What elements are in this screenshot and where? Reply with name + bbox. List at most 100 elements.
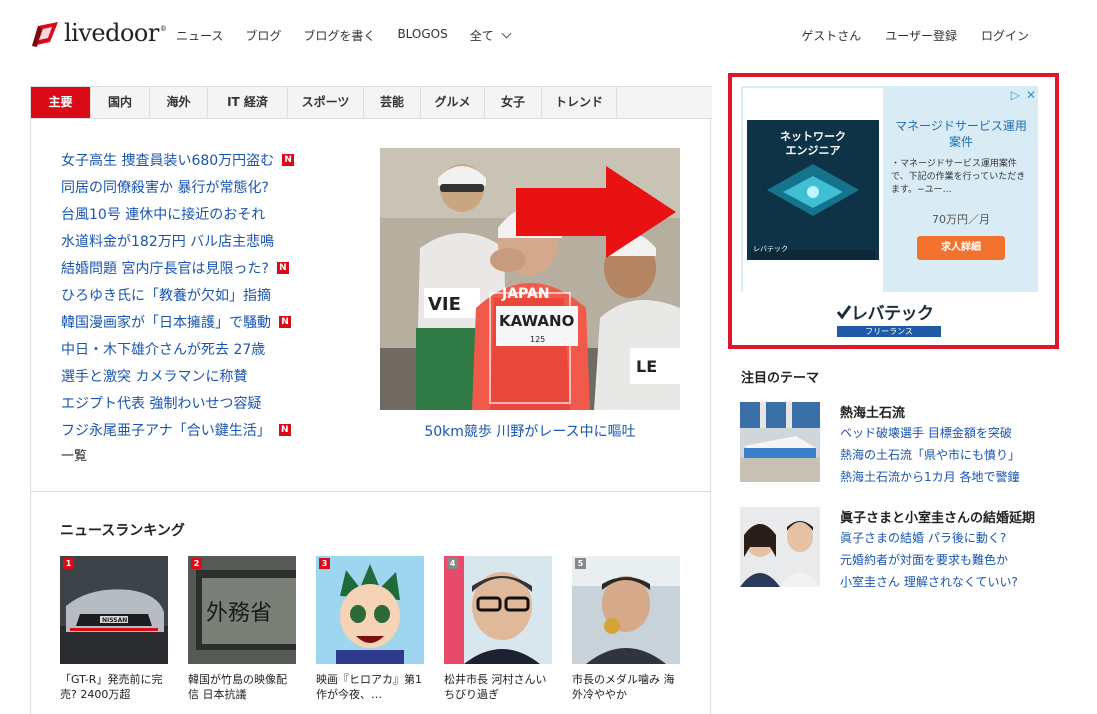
headline-link[interactable]: ひろゆき氏に「教養が欠如」指摘 <box>61 285 271 305</box>
ad-card-brand: レバテック <box>753 245 788 253</box>
theme-link[interactable]: 熱海土石流から1カ月 各地で警鐘 <box>840 466 1020 488</box>
ad-card[interactable]: ネットワーク エンジニア レバテック <box>747 120 879 260</box>
bib-right-text: LE <box>636 357 657 376</box>
chevron-down-icon <box>501 28 512 39</box>
headline-link[interactable]: 結婚問題 宮内庁長官は見限った? <box>61 258 269 278</box>
check-icon <box>837 304 851 319</box>
adchoices-icon[interactable]: ▷ <box>1011 88 1020 102</box>
headline-link[interactable]: 中日・木下雄介さんが死去 27歳 <box>61 339 265 359</box>
headline-item[interactable]: エジプト代表 強制わいせつ容疑 <box>61 389 361 416</box>
ranking-item[interactable]: 4 松井市長 河村さんいちびり過ぎ <box>444 556 552 702</box>
register-link[interactable]: ユーザー登録 <box>885 27 957 44</box>
tab-sports[interactable]: スポーツ <box>288 87 364 118</box>
headline-item[interactable]: 韓国漫画家が「日本擁護」で騒動 N <box>61 308 361 335</box>
headline-link[interactable]: 選手と激突 カメラマンに称賛 <box>61 366 247 386</box>
ranking-item[interactable]: 2 外務省 韓国が竹島の映像配信 日本抗議 <box>188 556 296 702</box>
headline-item[interactable]: 結婚問題 宮内庁長官は見限った? N <box>61 254 361 281</box>
ranking-text[interactable]: 韓国が竹島の映像配信 日本抗議 <box>188 672 296 702</box>
ranking-text[interactable]: 松井市長 河村さんいちびり過ぎ <box>444 672 552 702</box>
rank-number: 3 <box>319 558 330 569</box>
theme-link[interactable]: ベッド破壊選手 目標金額を突破 <box>840 422 1020 444</box>
site-header: livedoor® ニュース ブログ ブログを書く BLOGOS 全て ゲストさ… <box>0 0 1097 70</box>
headline-item[interactable]: ひろゆき氏に「教養が欠如」指摘 <box>61 281 361 308</box>
theme-heading[interactable]: 眞子さまと小室圭さんの結婚延期 <box>840 507 1035 527</box>
logo-mark-icon <box>30 20 60 48</box>
ad-brand-name: レバテック <box>837 299 941 324</box>
ad-title[interactable]: マネージドサービス運用案件 <box>891 118 1031 150</box>
headline-link[interactable]: 同居の同僚殺害か 暴行が常態化? <box>61 177 269 197</box>
ranking-item[interactable]: 1 NISSAN 「GT-R」発売前に完売? 2400万超 <box>60 556 168 702</box>
tab-main[interactable]: 主要 <box>31 87 91 118</box>
rank-number: 5 <box>575 558 586 569</box>
theme-link[interactable]: 元婚約者が対面を要求も難色か <box>840 549 1035 571</box>
main-nav: ニュース ブログ ブログを書く BLOGOS 全て <box>176 27 532 44</box>
headline-link[interactable]: 台風10号 連休中に接近のおそれ <box>61 204 265 224</box>
feature-story[interactable]: VIE JAPAN KAWANO 125 LE 50km競歩 川野がレース中に嘔… <box>380 148 680 441</box>
theme-link[interactable]: 眞子さまの結婚 パラ後に動く? <box>840 527 1035 549</box>
nav-blog[interactable]: ブログ <box>245 27 281 44</box>
theme-thumbnail[interactable] <box>740 507 820 587</box>
ranking-thumbnail[interactable]: 1 NISSAN <box>60 556 168 664</box>
ad-banner[interactable]: ネットワーク エンジニア レバテック マネージドサービス運用案件 ・マネージドサ… <box>741 86 1038 337</box>
guest-label[interactable]: ゲストさん <box>801 27 861 44</box>
headline-link[interactable]: エジプト代表 強制わいせつ容疑 <box>61 393 261 413</box>
theme-link[interactable]: 熱海の土石流「県や市にも憤り」 <box>840 444 1020 466</box>
tab-women[interactable]: 女子 <box>485 87 542 118</box>
tab-trend[interactable]: トレンド <box>542 87 617 118</box>
livedoor-logo[interactable]: livedoor® <box>30 19 167 48</box>
ad-text-panel[interactable]: マネージドサービス運用案件 ・マネージドサービス運用案件で、下記の作業を行ってい… <box>891 118 1031 260</box>
ad-image-panel: ネットワーク エンジニア レバテック <box>743 88 883 292</box>
nav-news[interactable]: ニュース <box>176 27 223 44</box>
ranking-thumbnail[interactable]: 3 <box>316 556 424 664</box>
more-news-link[interactable]: 一覧 <box>61 445 87 464</box>
login-link[interactable]: ログイン <box>981 27 1029 44</box>
theme-body: 眞子さまと小室圭さんの結婚延期 眞子さまの結婚 パラ後に動く? 元婚約者が対面を… <box>840 507 1035 593</box>
bib-number-text: 125 <box>530 335 545 344</box>
theme-link[interactable]: 小室圭さん 理解されなくていい? <box>840 571 1035 593</box>
ranking-thumbnail[interactable]: 4 <box>444 556 552 664</box>
tab-overseas[interactable]: 海外 <box>150 87 208 118</box>
feature-caption[interactable]: 50km競歩 川野がレース中に嘔吐 <box>380 421 680 441</box>
headline-item[interactable]: 中日・木下雄介さんが死去 27歳 <box>61 335 361 362</box>
ad-brand-name-text: レバテック <box>851 304 934 324</box>
headline-item[interactable]: 女子高生 捜査員装い680万円盗む N <box>61 146 361 173</box>
headline-item[interactable]: フジ永尾亜子アナ「合い鍵生活」 N <box>61 416 361 443</box>
headline-link[interactable]: 水道料金が182万円 バル店主悲鳴 <box>61 231 274 251</box>
ranking-item[interactable]: 3 映画『ヒロアカ』第1作が今夜、… <box>316 556 424 702</box>
tab-entertainment[interactable]: 芸能 <box>364 87 421 118</box>
ranking-thumbnail[interactable]: 2 外務省 <box>188 556 296 664</box>
headline-item[interactable]: 水道料金が182万円 バル店主悲鳴 <box>61 227 361 254</box>
ranking-thumbnail[interactable]: 5 <box>572 556 680 664</box>
ad-box[interactable]: ネットワーク エンジニア レバテック マネージドサービス運用案件 ・マネージドサ… <box>728 73 1059 349</box>
new-badge: N <box>278 423 291 436</box>
headline-link[interactable]: フジ永尾亜子アナ「合い鍵生活」 <box>61 420 271 440</box>
ranking-item[interactable]: 5 市長のメダル噛み 海外冷ややか <box>572 556 680 702</box>
ad-brand-sub: フリーランス <box>837 326 941 337</box>
new-badge: N <box>282 153 295 166</box>
theme-heading[interactable]: 熱海土石流 <box>840 402 1020 422</box>
nav-write-blog[interactable]: ブログを書く <box>303 27 375 44</box>
tab-it-economy[interactable]: IT 経済 <box>208 87 288 118</box>
ad-brand-bar[interactable]: レバテック フリーランス <box>741 292 1038 337</box>
ranking-text[interactable]: 映画『ヒロアカ』第1作が今夜、… <box>316 672 424 702</box>
ranking-text[interactable]: 「GT-R」発売前に完売? 2400万超 <box>60 672 168 702</box>
headline-item[interactable]: 同居の同僚殺害か 暴行が常態化? <box>61 173 361 200</box>
ranking-thumb-text: 外務省 <box>206 601 272 626</box>
close-icon[interactable]: ✕ <box>1026 88 1036 102</box>
headline-item[interactable]: 台風10号 連休中に接近のおそれ <box>61 200 361 227</box>
nav-all[interactable]: 全て <box>470 27 512 44</box>
nav-blogos[interactable]: BLOGOS <box>397 27 447 44</box>
rank-number: 1 <box>63 558 74 569</box>
headline-item[interactable]: 選手と激突 カメラマンに称賛 <box>61 362 361 389</box>
feature-image[interactable]: VIE JAPAN KAWANO 125 LE <box>380 148 680 410</box>
theme-thumbnail[interactable] <box>740 402 820 482</box>
bib-name-text: KAWANO <box>499 312 574 330</box>
ad-price: 70万円／月 <box>932 213 990 226</box>
ad-detail-button[interactable]: 求人詳細 <box>917 236 1005 260</box>
tab-domestic[interactable]: 国内 <box>91 87 150 118</box>
main-panel: 主要 国内 海外 IT 経済 スポーツ 芸能 グルメ 女子 トレンド 女子高生 … <box>30 86 712 714</box>
ranking-text[interactable]: 市長のメダル噛み 海外冷ややか <box>572 672 680 702</box>
tab-gourmet[interactable]: グルメ <box>421 87 485 118</box>
headline-link[interactable]: 韓国漫画家が「日本擁護」で騒動 <box>61 312 271 332</box>
headline-link[interactable]: 女子高生 捜査員装い680万円盗む <box>61 150 274 170</box>
